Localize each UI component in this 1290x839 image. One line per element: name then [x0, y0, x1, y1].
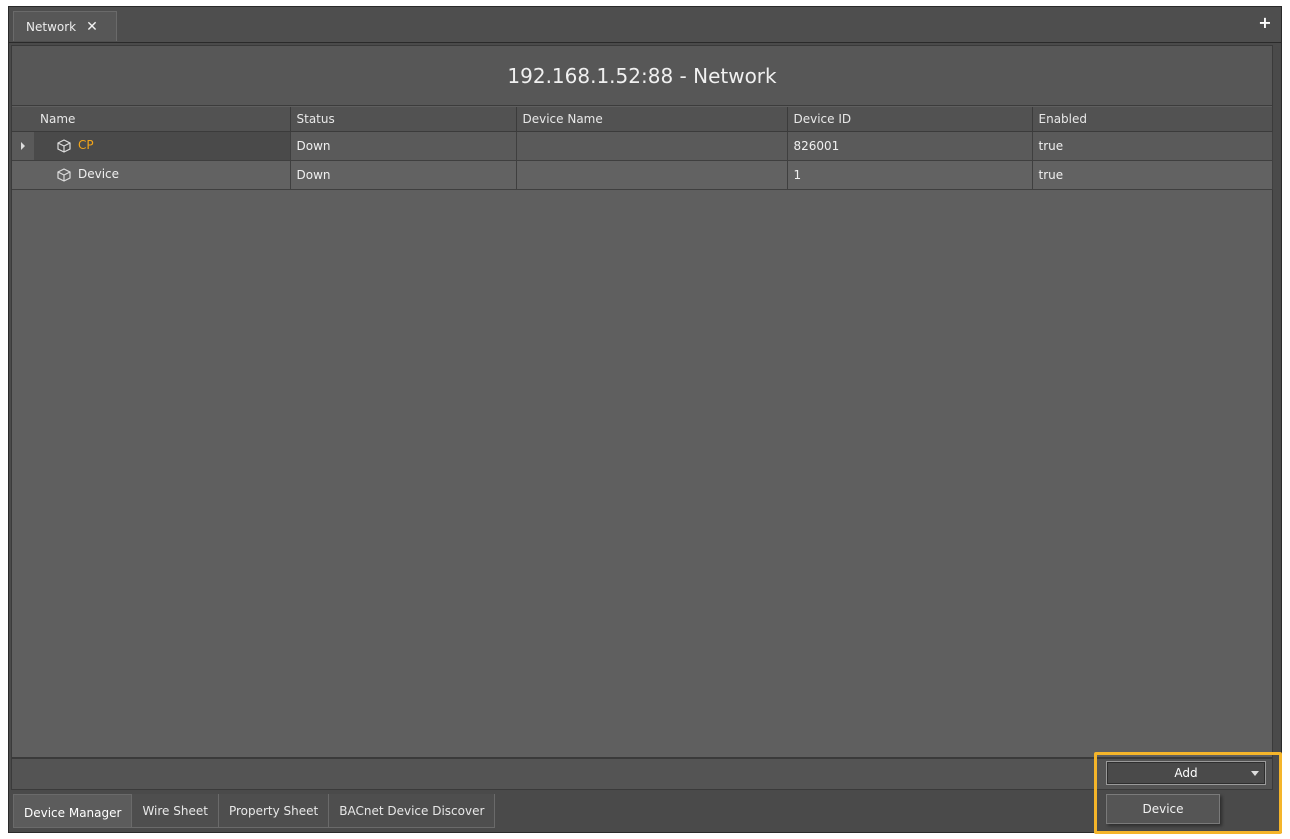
cell-status: Down [290, 131, 517, 161]
add-menu-item-device[interactable]: Device [1106, 794, 1220, 824]
cell-device-name [516, 160, 788, 190]
action-bar [11, 758, 1273, 790]
cell-enabled: true [1032, 160, 1273, 190]
add-tab-icon[interactable]: + [1257, 15, 1273, 31]
cell-device-name [516, 131, 788, 161]
add-button-label: Add [1174, 766, 1198, 780]
column-header-enabled[interactable]: Enabled [1032, 107, 1273, 132]
device-name-label: CP [78, 138, 94, 153]
device-manager-panel: 192.168.1.52:88 - Network Name Status De… [11, 45, 1273, 758]
device-icon [57, 139, 71, 153]
bottom-tab-bar: Device Manager Wire Sheet Property Sheet… [9, 794, 496, 828]
column-header-device-name[interactable]: Device Name [516, 107, 788, 132]
tab-wire-sheet[interactable]: Wire Sheet [131, 794, 219, 828]
column-header-status[interactable]: Status [290, 107, 517, 132]
chevron-down-icon[interactable] [1251, 771, 1259, 776]
cell-device-id: 1 [787, 160, 1033, 190]
tab-device-manager[interactable]: Device Manager [13, 794, 133, 828]
column-header-name[interactable]: Name [34, 107, 291, 132]
column-header-device-id[interactable]: Device ID [787, 107, 1033, 132]
table-row[interactable]: Device Down 1 true [12, 160, 1273, 190]
cell-name[interactable]: Device [34, 160, 291, 190]
page-title: 192.168.1.52:88 - Network [12, 46, 1272, 106]
cell-status: Down [290, 160, 517, 190]
row-indicator [12, 160, 34, 190]
add-button[interactable]: Add [1106, 761, 1266, 785]
device-name-label: Device [78, 167, 120, 182]
row-arrow-icon [21, 141, 25, 150]
close-icon[interactable]: ✕ [86, 20, 98, 34]
tab-bacnet-device-discover[interactable]: BACnet Device Discover [328, 794, 496, 828]
tab-label: Network [26, 19, 77, 34]
header-spacer [12, 107, 34, 132]
tab-strip: Network ✕ + [9, 7, 1281, 43]
cell-name[interactable]: CP [34, 131, 291, 161]
row-indicator [12, 131, 34, 161]
app-frame: Network ✕ + 192.168.1.52:88 - Network Na… [8, 6, 1282, 833]
device-icon [57, 168, 71, 182]
device-table: Name Status Device Name Device ID Enable… [12, 107, 1273, 190]
table-row[interactable]: CP Down 826001 true [12, 131, 1273, 161]
cell-enabled: true [1032, 131, 1273, 161]
table-header: Name Status Device Name Device ID Enable… [12, 107, 1273, 132]
tab-network[interactable]: Network ✕ [13, 11, 117, 41]
tab-property-sheet[interactable]: Property Sheet [217, 794, 330, 828]
cell-device-id: 826001 [787, 131, 1033, 161]
